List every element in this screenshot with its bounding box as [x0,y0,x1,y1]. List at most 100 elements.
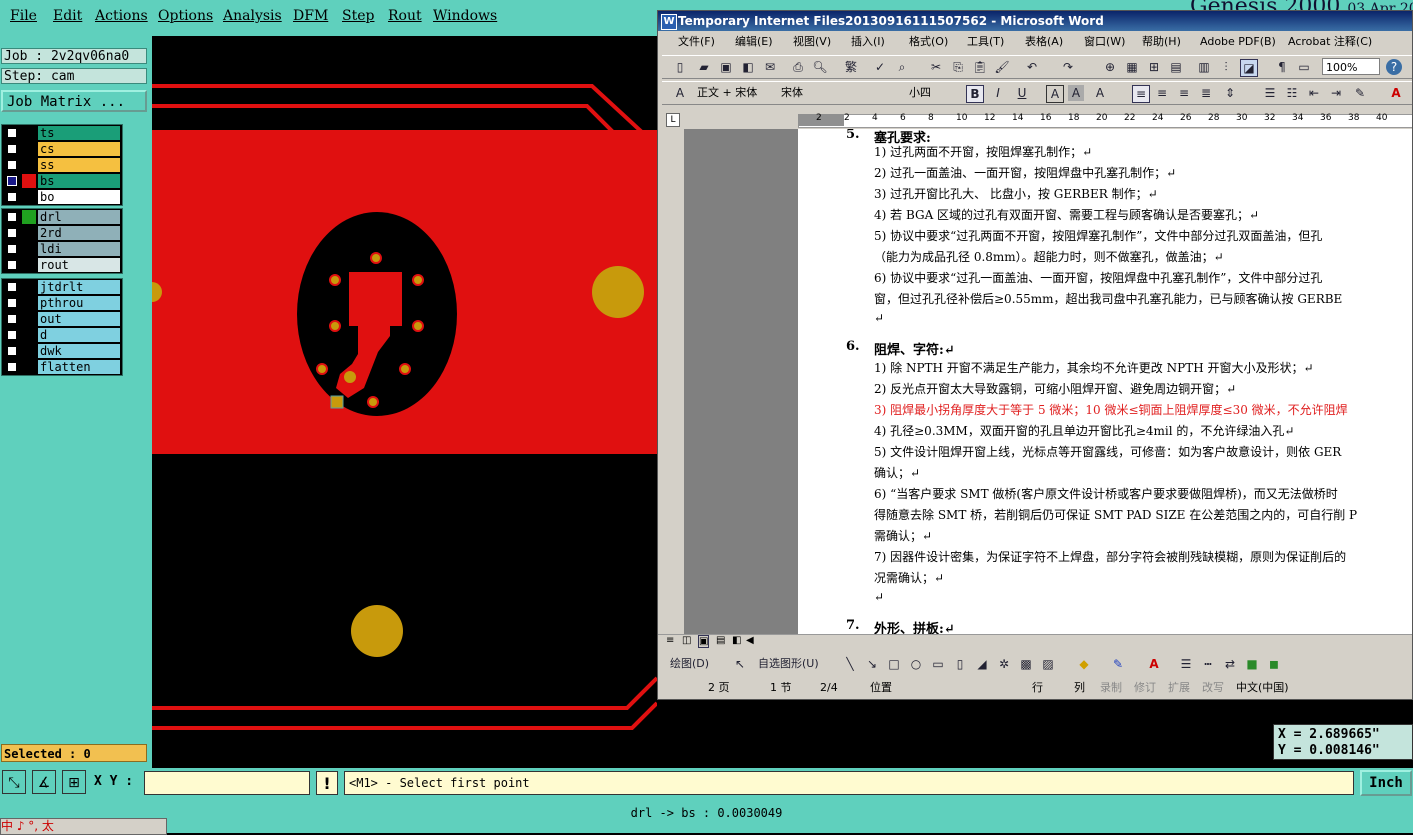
layer-checkbox[interactable] [7,282,17,292]
layer-checkbox[interactable] [7,260,17,270]
dash-style-icon[interactable]: ┅ [1200,656,1216,672]
layer-name[interactable]: ldi [38,242,120,256]
ime-bar[interactable]: 中 ♪ °, 太 [0,818,167,835]
zoom-select[interactable]: 100% [1322,58,1380,75]
layer-color-swatch[interactable] [22,158,36,172]
oval-icon[interactable]: ○ [908,656,924,672]
layer-checkbox[interactable] [7,128,17,138]
arrow-style-icon[interactable]: ⇄ [1222,656,1238,672]
layer-color-swatch[interactable] [22,142,36,156]
clipart-icon[interactable]: ▩ [1018,656,1034,672]
style-select[interactable]: 正文 + 宋体 [694,84,772,101]
layer-name[interactable]: out [38,312,120,326]
layer-name[interactable]: rout [38,258,120,272]
rectangle-icon[interactable]: □ [886,656,902,672]
horizontal-scrollbar[interactable]: ≡ ◫ ▣ ▤ ◧ ◀ [658,634,1412,651]
picture-icon[interactable]: ▨ [1040,656,1056,672]
styles-icon[interactable]: A [672,85,688,101]
show-hide-icon[interactable]: ¶ [1274,59,1290,75]
traditional-chinese-icon[interactable]: 繁 [840,59,862,75]
zoom-window-icon[interactable]: ⤡ [2,770,26,794]
document-page[interactable]: 5. 塞孔要求: 1) 过孔两面不开窗，按阻焊塞孔制作；↵ 2) 过孔一面盖油、一面开… [798,129,1412,634]
copy-icon[interactable]: ⎘ [950,59,966,75]
status-trk[interactable]: 修订 [1134,678,1156,698]
reading-icon[interactable]: ▭ [1296,59,1312,75]
layer-name[interactable]: jtdrlt [38,280,120,294]
increase-indent-icon[interactable]: ⇥ [1328,85,1344,101]
pcb-view[interactable] [152,36,657,768]
fill-color-icon[interactable]: ◆ [1076,656,1092,672]
word-menu-insert[interactable]: 插入(I) [851,32,885,52]
outline-view-icon[interactable]: ▤ [716,635,725,646]
layer-row-ss[interactable]: ss [2,157,122,173]
menu-rout[interactable]: Rout [388,8,422,24]
vertical-textbox-icon[interactable]: ▯ [952,656,968,672]
tab-selector[interactable]: L [666,113,680,127]
open-icon[interactable]: ▰ [696,59,712,75]
word-menu-help[interactable]: 帮助(H) [1142,32,1181,52]
menu-analysis[interactable]: Analysis [223,8,282,24]
layer-name[interactable]: dwk [38,344,120,358]
hyperlink-icon[interactable]: ⊕ [1102,59,1118,75]
save-icon[interactable]: ▣ [718,59,734,75]
layer-checkbox[interactable] [7,298,17,308]
columns-icon[interactable]: ▥ [1196,59,1212,75]
cut-icon[interactable]: ✂ [928,59,944,75]
word-menu-view[interactable]: 视图(V) [793,32,831,52]
graphics-canvas[interactable] [152,36,657,768]
word-menu-edit[interactable]: 编辑(E) [735,32,773,52]
paste-icon[interactable]: 📋︎ [972,59,988,75]
layer-color-swatch[interactable] [22,360,36,374]
bullets-icon[interactable]: ☷ [1284,85,1300,101]
select-objects-icon[interactable]: ↖ [732,656,748,672]
xy-input[interactable] [144,771,310,795]
layer-color-swatch[interactable] [22,210,36,224]
layer-row-pthrou[interactable]: pthrou [2,295,122,311]
layer-name[interactable]: drl [38,210,120,224]
layer-checkbox[interactable] [7,192,17,202]
layer-name[interactable]: ts [38,126,120,140]
layer-row-bs[interactable]: bs [2,173,122,189]
job-matrix-button[interactable]: Job Matrix ... [1,90,147,112]
layer-color-swatch[interactable] [22,190,36,204]
grid-icon[interactable]: ⊞ [62,770,86,794]
char-shading-icon[interactable]: A [1068,85,1084,101]
print-preview-icon[interactable]: 🔍︎ [812,59,828,75]
distributed-icon[interactable]: ≣ [1198,85,1214,101]
menu-file[interactable]: File [10,8,37,24]
undo-icon[interactable]: ↶ [1024,59,1040,75]
wordart-icon[interactable]: ◢ [974,656,990,672]
reading-view-icon[interactable]: ◧ [732,635,741,646]
word-window[interactable]: W Temporary Internet Files20130916111507… [657,10,1413,700]
align-justify-icon[interactable]: ≡ [1132,85,1150,103]
menu-options[interactable]: Options [158,8,213,24]
shadow-icon[interactable]: ■ [1244,656,1260,672]
layer-row-2rd[interactable]: 2rd [2,225,122,241]
insert-excel-icon[interactable]: ▤ [1168,59,1184,75]
font-size-select[interactable]: 小四 [906,84,956,101]
print-view-icon[interactable]: ▣ [698,635,710,648]
layer-checkbox[interactable] [7,160,17,170]
print-icon[interactable]: ⎙ [790,59,806,75]
word-menu-file[interactable]: 文件(F) [678,32,715,52]
layer-checkbox[interactable] [7,228,17,238]
status-ovr[interactable]: 改写 [1202,678,1224,698]
line-style-icon[interactable]: ☰ [1178,656,1194,672]
help-icon[interactable]: ? [1386,59,1402,75]
layer-row-dwk[interactable]: dwk [2,343,122,359]
format-painter-icon[interactable]: 🖌︎ [994,59,1010,75]
tables-borders-icon[interactable]: ▦ [1124,59,1140,75]
layer-checkbox[interactable] [7,244,17,254]
menu-step[interactable]: Step [342,8,374,24]
layer-color-swatch[interactable] [22,242,36,256]
insert-table-icon[interactable]: ⊞ [1146,59,1162,75]
units-button[interactable]: Inch [1360,770,1412,796]
word-titlebar[interactable]: W Temporary Internet Files20130916111507… [658,11,1412,31]
highlight-icon[interactable]: ✎ [1352,85,1368,101]
normal-view-icon[interactable]: ≡ [666,635,674,646]
numbering-icon[interactable]: ☰ [1262,85,1278,101]
layer-row-d[interactable]: d [2,327,122,343]
layer-name[interactable]: 2rd [38,226,120,240]
layer-color-swatch[interactable] [22,344,36,358]
font-color-icon[interactable]: A [1388,85,1404,101]
